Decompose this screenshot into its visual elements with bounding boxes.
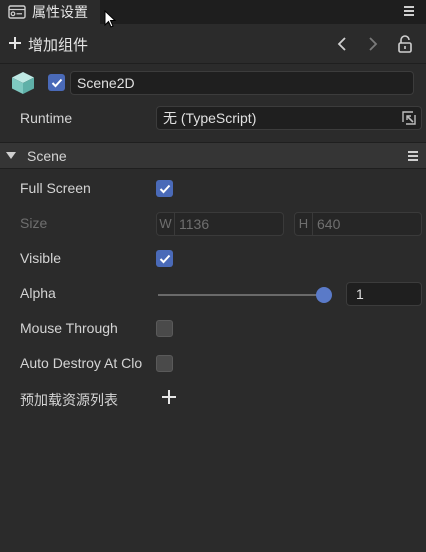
tab-title: 属性设置 bbox=[32, 4, 88, 20]
select-target-icon[interactable] bbox=[401, 110, 417, 126]
section-title: Scene bbox=[27, 148, 67, 164]
panel-menu-icon[interactable] bbox=[404, 2, 416, 20]
visible-checkbox[interactable] bbox=[156, 250, 173, 267]
cube-icon bbox=[10, 70, 36, 96]
mouse-cursor-icon bbox=[104, 9, 118, 30]
full-screen-checkbox[interactable] bbox=[156, 180, 173, 197]
height-value: 640 bbox=[317, 216, 341, 232]
properties-icon bbox=[8, 5, 26, 19]
node-enabled-checkbox[interactable] bbox=[48, 74, 65, 91]
alpha-slider-track[interactable] bbox=[158, 294, 324, 296]
width-prefix: W bbox=[157, 213, 175, 235]
add-preload-plus-icon[interactable] bbox=[160, 388, 178, 406]
visible-label: Visible bbox=[20, 250, 61, 266]
caret-down-icon[interactable] bbox=[6, 152, 16, 159]
width-value: 1136 bbox=[179, 216, 210, 232]
alpha-input[interactable]: 1 bbox=[346, 282, 422, 306]
unlock-icon[interactable] bbox=[395, 34, 415, 54]
alpha-slider-thumb[interactable] bbox=[316, 287, 332, 303]
size-label: Size bbox=[20, 215, 48, 231]
mouse-through-label: Mouse Through bbox=[20, 320, 118, 336]
checkmark-icon bbox=[51, 78, 62, 87]
runtime-field[interactable]: 无 (TypeScript) bbox=[156, 106, 422, 130]
full-screen-label: Full Screen bbox=[20, 180, 91, 196]
auto-destroy-label: Auto Destroy At Clo bbox=[20, 355, 143, 371]
tab-properties[interactable]: 属性设置 bbox=[0, 0, 100, 24]
height-prefix: H bbox=[295, 213, 313, 235]
mouse-through-checkbox[interactable] bbox=[156, 320, 173, 337]
arrow-left-icon[interactable] bbox=[332, 34, 352, 54]
checkmark-icon bbox=[159, 254, 170, 263]
size-width-field[interactable]: W 1136 bbox=[156, 212, 284, 236]
add-component-button[interactable]: 增加组件 bbox=[8, 27, 88, 61]
toolbar-divider bbox=[0, 63, 426, 64]
auto-destroy-checkbox[interactable] bbox=[156, 355, 173, 372]
runtime-value: 无 (TypeScript) bbox=[163, 110, 257, 126]
panel-tab-bar: 属性设置 bbox=[0, 0, 426, 24]
node-name-input[interactable]: Scene2D bbox=[70, 71, 414, 95]
preload-list-label: 预加载资源列表 bbox=[20, 392, 118, 408]
node-header: Scene2D bbox=[0, 66, 426, 100]
add-component-label: 增加组件 bbox=[28, 36, 89, 54]
arrow-right-icon[interactable] bbox=[363, 34, 383, 54]
scene-section-header[interactable]: Scene bbox=[0, 142, 426, 169]
section-menu-icon[interactable] bbox=[408, 149, 418, 163]
plus-icon bbox=[8, 34, 22, 54]
toolbar: 增加组件 bbox=[0, 27, 426, 61]
runtime-label: Runtime bbox=[20, 110, 73, 126]
alpha-label: Alpha bbox=[20, 285, 56, 301]
checkmark-icon bbox=[159, 184, 170, 193]
size-height-field[interactable]: H 640 bbox=[294, 212, 422, 236]
